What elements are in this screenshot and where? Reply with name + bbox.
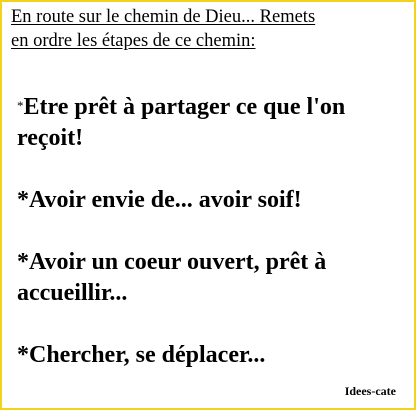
credit-label: Idees-cate	[344, 384, 396, 398]
step-text: Avoir un coeur ouvert, prêt à accueillir…	[17, 249, 327, 306]
step-bullet: *	[17, 249, 29, 275]
activity-card: En route sur le chemin de Dieu... Remets…	[0, 0, 416, 410]
step-text: Etre prêt à partager ce que l'on reçoit!	[17, 94, 346, 151]
step-item: *Avoir envie de... avoir soif!	[17, 185, 411, 216]
step-item: *Etre prêt à partager ce que l'on reçoit…	[17, 90, 411, 154]
step-text: Chercher, se déplacer...	[29, 342, 266, 368]
step-bullet: *	[17, 342, 29, 368]
steps-list: * Etre prêt à partager ce que l'on reçoit…	[17, 90, 411, 402]
instruction-line-1: En route sur le chemin de Dieu... Remets	[11, 7, 316, 27]
instruction-line-2: en ordre les étapes de ce chemin:	[11, 31, 256, 51]
instruction-header: En route sur le chemin de Dieu... Remets…	[11, 5, 409, 53]
step-bullet: *	[17, 187, 29, 213]
step-text: Avoir envie de... avoir soif!	[29, 187, 302, 213]
step-item: *Chercher, se déplacer...	[17, 340, 411, 371]
step-item: *Avoir un coeur ouvert, prêt à accueilli…	[17, 247, 411, 309]
